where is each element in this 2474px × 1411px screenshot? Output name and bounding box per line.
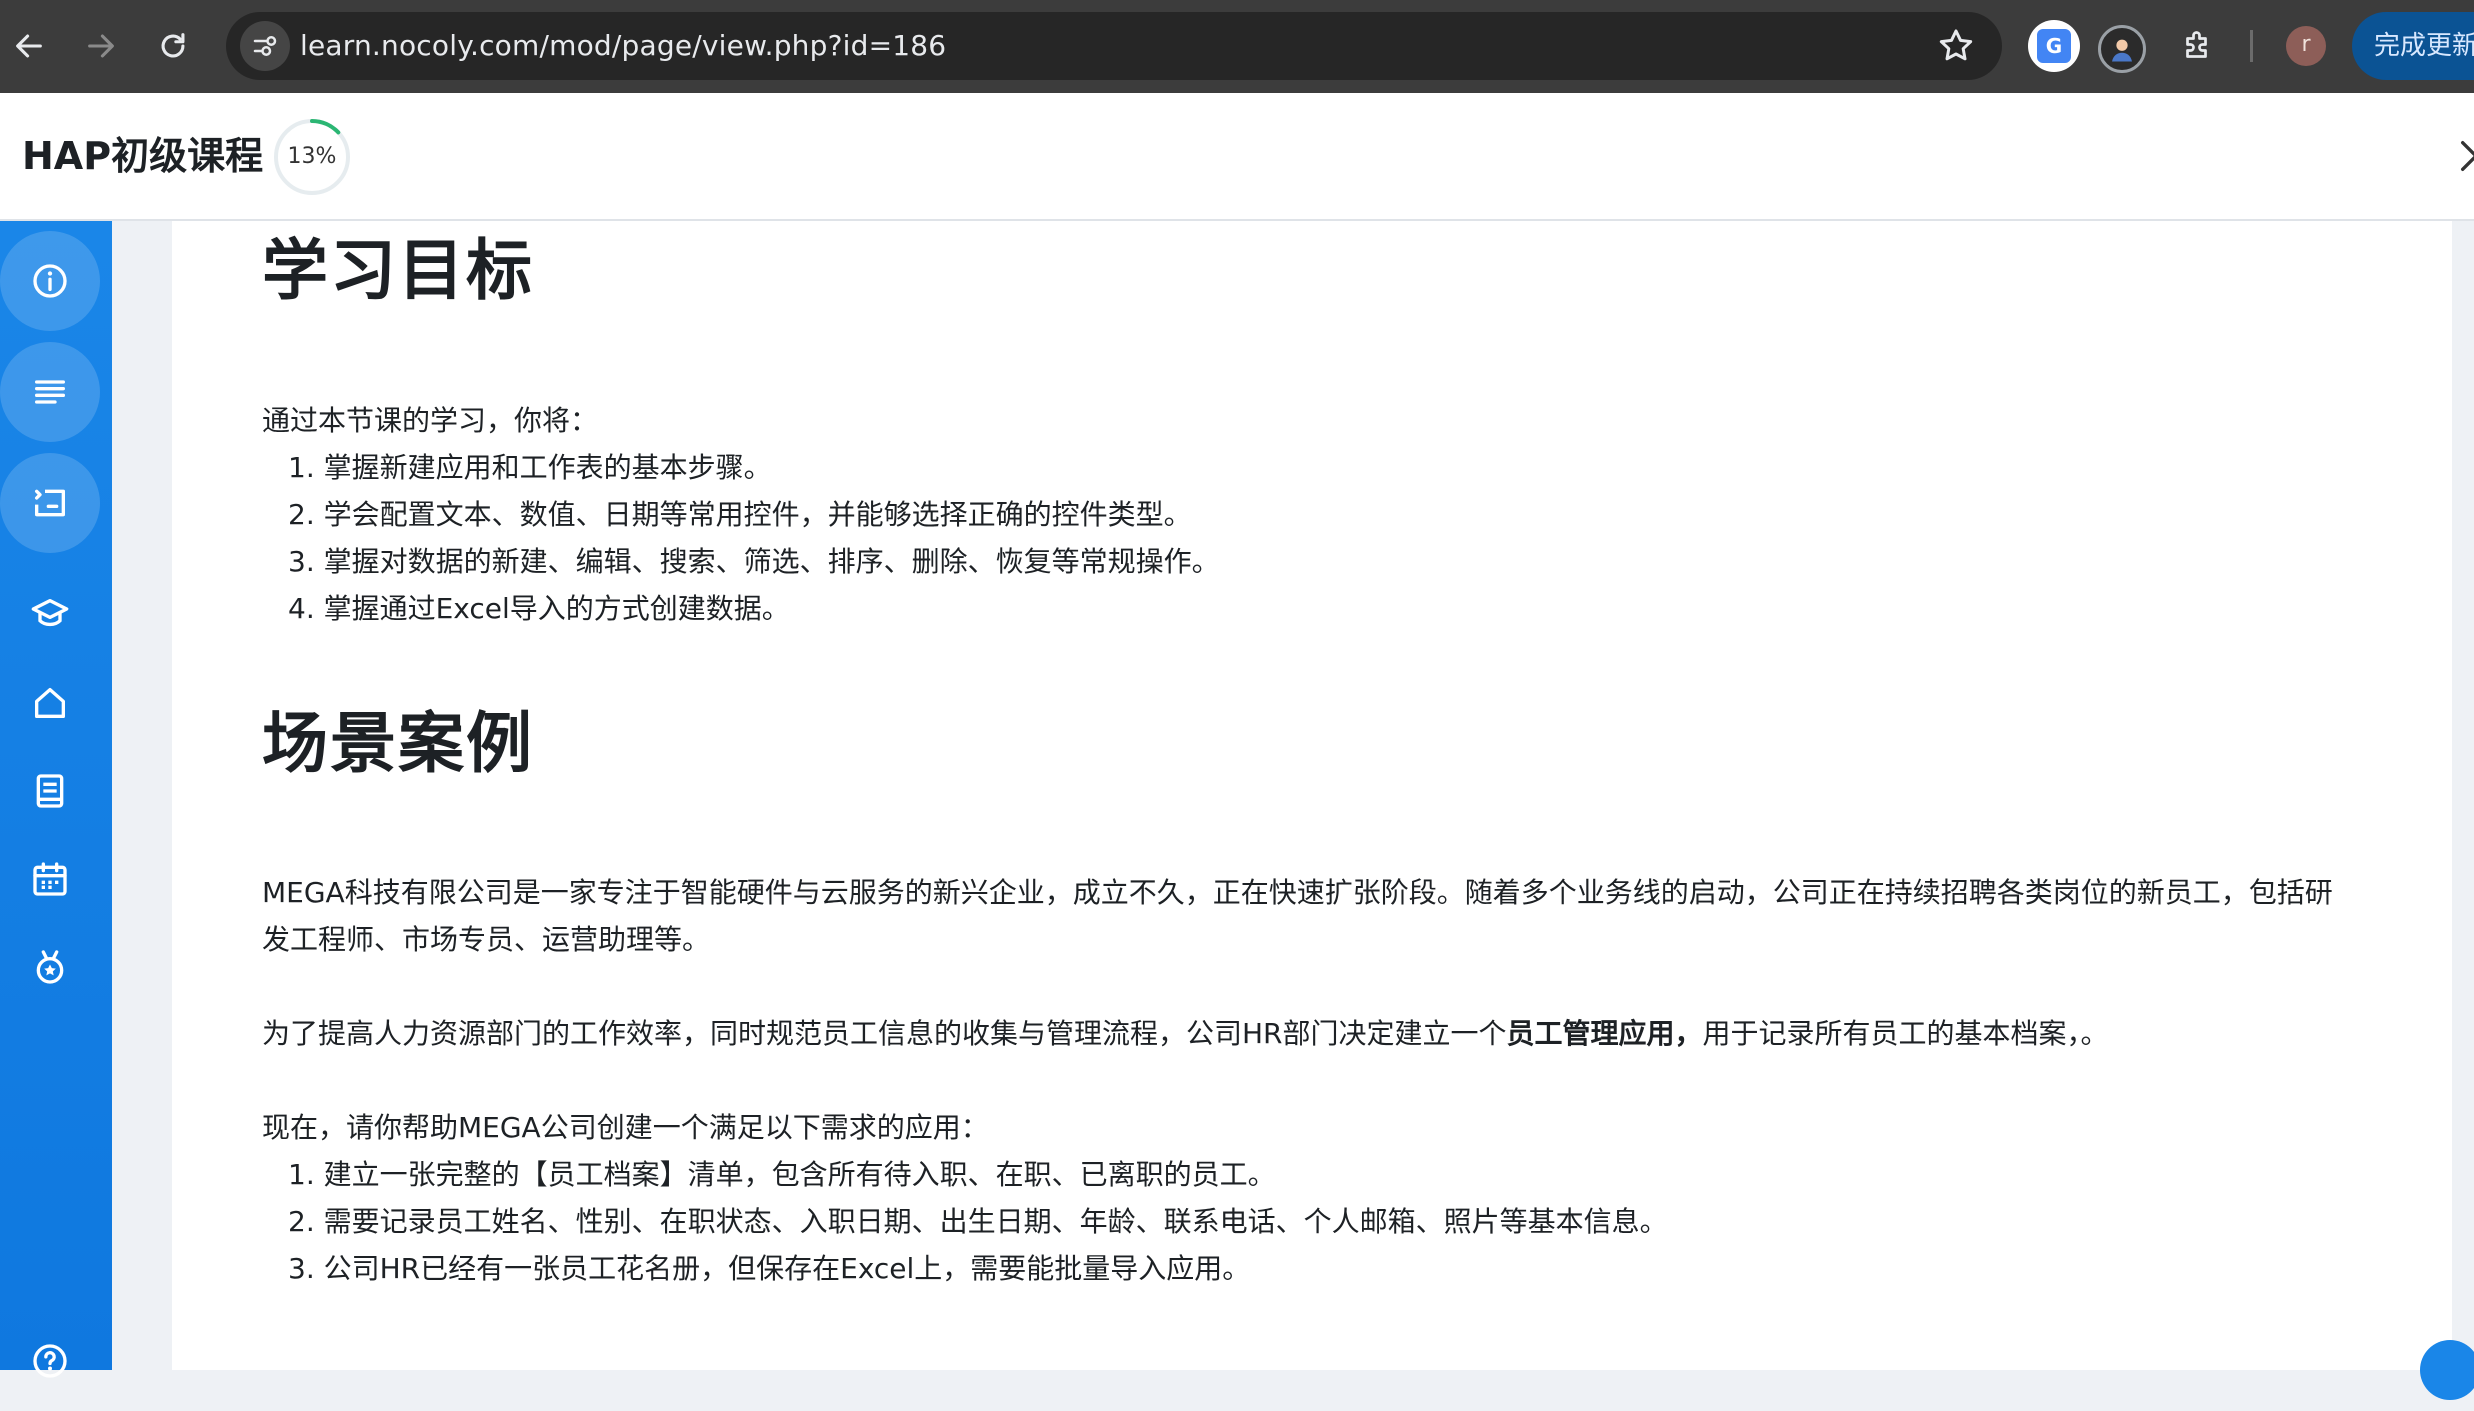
course-header: HAP初级课程 13% xyxy=(0,93,2474,221)
person-icon xyxy=(2112,39,2132,62)
profile-avatar[interactable]: r xyxy=(2286,26,2326,66)
list-item: 3. 掌握对数据的新建、编辑、搜索、筛选、排序、删除、恢复等常规操作。 xyxy=(288,545,1220,578)
case-paragraph-1: MEGA科技有限公司是一家专注于智能硬件与云服务的新兴企业，成立不久，正在快速扩… xyxy=(262,876,2333,956)
article-body: 学习目标 通过本节课的学习，你将： 1. 掌握新建应用和工作表的基本步骤。 2.… xyxy=(262,221,2342,1292)
sidebar-item-contents[interactable] xyxy=(0,342,100,442)
calendar-icon xyxy=(33,862,67,896)
tune-icon xyxy=(253,36,277,56)
badge-icon xyxy=(36,950,64,984)
help-icon xyxy=(33,1344,67,1378)
goals-list: 1. 掌握新建应用和工作表的基本步骤。 2. 学会配置文本、数值、日期等常用控件… xyxy=(262,444,2342,632)
goals-intro: 通过本节课的学习，你将： xyxy=(262,404,599,437)
book-icon xyxy=(36,774,64,808)
activity-icon xyxy=(35,489,65,517)
back-button[interactable] xyxy=(4,21,54,71)
case-paragraph-2-tail: 用于记录所有员工的基本档案，。 xyxy=(1702,1017,2109,1050)
scroll-to-top-button[interactable] xyxy=(2420,1340,2474,1400)
site-info-button[interactable] xyxy=(240,21,290,71)
list-item: 1. 掌握新建应用和工作表的基本步骤。 xyxy=(288,451,772,484)
address-bar[interactable]: learn.nocoly.com/mod/page/view.php?id=18… xyxy=(226,12,2002,80)
extensions-button[interactable] xyxy=(2172,20,2224,72)
reload-icon xyxy=(161,33,185,58)
list-icon xyxy=(35,380,65,404)
translate-extension-icon[interactable]: G xyxy=(2028,20,2080,72)
bookmark-star-icon[interactable] xyxy=(1936,26,1976,66)
toolbar-divider xyxy=(2250,30,2253,62)
google-translate-icon: G xyxy=(2037,29,2071,63)
arrow-left-icon xyxy=(16,34,42,58)
puzzle-icon xyxy=(2186,31,2207,58)
progress-percent: 13% xyxy=(287,144,337,169)
home-icon xyxy=(35,688,65,718)
course-title[interactable]: HAP初级课程 xyxy=(22,93,263,219)
sidebar-item-courses[interactable] xyxy=(0,564,100,664)
sidebar-item-activity[interactable] xyxy=(0,453,100,553)
case-heading: 场景案例 xyxy=(262,705,534,782)
list-item: 4. 掌握通过Excel导入的方式创建数据。 xyxy=(288,592,790,625)
profile-extension-icon[interactable] xyxy=(2098,25,2146,73)
list-item: 3. 公司HR已经有一张员工花名册，但保存在Excel上，需要能批量导入应用。 xyxy=(288,1252,1251,1285)
arrow-right-icon xyxy=(88,34,114,58)
url-text[interactable]: learn.nocoly.com/mod/page/view.php?id=18… xyxy=(300,12,946,80)
case-paragraph-2-lead: 为了提高人力资源部门的工作效率，同时规范员工信息的收集与管理流程，公司HR部门决… xyxy=(262,1017,1507,1050)
reload-button[interactable] xyxy=(148,21,198,71)
case-paragraph-2: 为了提高人力资源部门的工作效率，同时规范员工信息的收集与管理流程，公司HR部门决… xyxy=(262,1010,2342,1057)
sidebar-item-info[interactable] xyxy=(0,231,100,331)
highlight-app-name: 员工管理应用， xyxy=(1506,1017,1703,1050)
list-item: 2. 学会配置文本、数值、日期等常用控件，并能够选择正确的控件类型。 xyxy=(288,498,1192,531)
sidebar-item-help[interactable] xyxy=(0,1311,100,1411)
sidebar-item-home[interactable] xyxy=(0,653,100,753)
info-icon xyxy=(33,264,67,298)
requirements-list: 1. 建立一张完整的【员工档案】清单，包含所有待入职、在职、已离职的员工。 2.… xyxy=(262,1151,2342,1292)
sidebar-item-library[interactable] xyxy=(0,741,100,841)
forward-button[interactable] xyxy=(76,21,126,71)
graduation-cap-icon xyxy=(31,599,69,627)
update-button[interactable]: 完成更新 xyxy=(2352,12,2474,80)
goals-heading: 学习目标 xyxy=(262,232,534,309)
list-item: 2. 需要记录员工姓名、性别、在职状态、入职日期、出生日期、年龄、联系电话、个人… xyxy=(288,1205,1668,1238)
page-content: 学习目标 通过本节课的学习，你将： 1. 掌握新建应用和工作表的基本步骤。 2.… xyxy=(172,221,2452,1370)
list-item: 1. 建立一张完整的【员工档案】清单，包含所有待入职、在职、已离职的员工。 xyxy=(288,1158,1276,1191)
browser-toolbar: learn.nocoly.com/mod/page/view.php?id=18… xyxy=(0,0,2474,93)
course-sidebar xyxy=(0,221,112,1378)
sidebar-item-badges[interactable] xyxy=(0,917,100,1017)
case-paragraph-3: 现在，请你帮助MEGA公司创建一个满足以下需求的应用： xyxy=(262,1111,989,1144)
close-icon[interactable] xyxy=(2456,133,2474,179)
sidebar-item-calendar[interactable] xyxy=(0,829,100,929)
